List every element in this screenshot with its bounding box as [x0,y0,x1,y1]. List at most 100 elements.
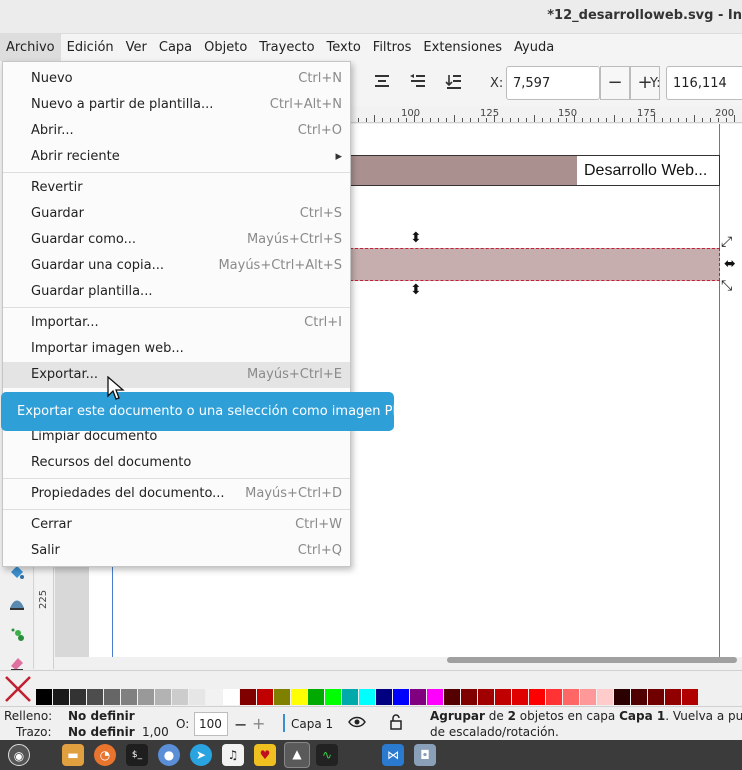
music-icon[interactable]: ♫ [222,744,244,766]
menu-item-guardar-plantilla[interactable]: Guardar plantilla... [3,279,350,305]
color-swatch[interactable] [478,689,494,705]
color-swatch[interactable] [529,689,545,705]
color-swatch[interactable] [87,689,103,705]
scale-handle-corner[interactable]: ⤡ [721,278,732,294]
menu-item-importar-web[interactable]: Importar imagen web... [3,336,350,362]
telegram-icon[interactable]: ➤ [190,744,212,766]
color-swatch[interactable] [240,689,256,705]
menu-item-guardar[interactable]: Guardar Ctrl+S [3,201,350,227]
terminal-icon[interactable]: $_ [126,744,148,766]
lock-icon[interactable] [389,714,403,733]
menu-item-importar[interactable]: Importar... Ctrl+I [3,310,350,336]
menu-edicion[interactable]: Edición [61,34,120,61]
menu-ver[interactable]: Ver [120,34,153,61]
color-swatch[interactable] [342,689,358,705]
no-paint-swatch[interactable] [3,674,33,704]
selected-group[interactable] [350,248,720,281]
color-swatch[interactable] [546,689,562,705]
scale-handle-top[interactable]: ⬍ [410,230,422,246]
text-object[interactable]: Desarrollo Web... [577,156,719,185]
spray-tool-icon[interactable] [7,625,27,645]
color-swatch[interactable] [614,689,630,705]
menu-texto[interactable]: Texto [321,34,367,61]
menu-item-abrir[interactable]: Abrir... Ctrl+O [3,118,350,144]
firefox-icon[interactable]: ◔ [94,744,116,766]
inkscape-icon[interactable]: ▲ [284,742,310,768]
tweak-tool-icon[interactable] [7,594,27,614]
menu-item-guardar-como[interactable]: Guardar como... Mayús+Ctrl+S [3,227,350,253]
color-swatch[interactable] [444,689,460,705]
folder-icon[interactable]: ▬ [62,744,84,766]
opacity-increment-button[interactable]: + [252,714,265,733]
color-swatch[interactable] [257,689,273,705]
color-swatch[interactable] [325,689,341,705]
scale-handle-corner[interactable]: ⤢ [721,234,732,250]
header-rect[interactable]: Desarrollo Web... [350,155,720,186]
menu-item-nuevo[interactable]: Nuevo Ctrl+N [3,66,350,92]
color-swatch[interactable] [53,689,69,705]
x-decrement-button[interactable]: − [600,66,630,100]
color-swatch[interactable] [410,689,426,705]
color-swatch[interactable] [172,689,188,705]
menu-item-exportar[interactable]: Exportar... Mayús+Ctrl+E [3,362,350,388]
x-input[interactable] [506,66,600,100]
color-swatch[interactable] [155,689,171,705]
color-swatch[interactable] [563,689,579,705]
color-swatch[interactable] [138,689,154,705]
menu-ayuda[interactable]: Ayuda [508,34,560,61]
scale-handle-right[interactable]: ⬌ [724,256,736,272]
scale-handle-bottom[interactable]: ⬍ [410,282,422,298]
color-swatch[interactable] [631,689,647,705]
color-swatch[interactable] [665,689,681,705]
visibility-eye-icon[interactable] [348,714,366,733]
color-swatch[interactable] [359,689,375,705]
color-swatch[interactable] [121,689,137,705]
color-swatch[interactable] [70,689,86,705]
menu-item-abrir-reciente[interactable]: Abrir reciente ▸ [3,144,350,170]
layer-selector[interactable]: Capa 1 [291,717,333,731]
opacity-input[interactable]: 100 [194,712,228,736]
color-swatch[interactable] [682,689,698,705]
color-swatch[interactable] [206,689,222,705]
menu-item-nuevo-plantilla[interactable]: Nuevo a partir de plantilla... Ctrl+Alt+N [3,92,350,118]
system-monitor-icon[interactable]: ∿ [316,744,338,766]
align-center-icon[interactable] [372,73,392,93]
color-swatch[interactable] [104,689,120,705]
color-swatch[interactable] [461,689,477,705]
color-swatch[interactable] [512,689,528,705]
menu-filtros[interactable]: Filtros [367,34,418,61]
color-swatch[interactable] [427,689,443,705]
color-swatch[interactable] [291,689,307,705]
vscode-icon[interactable]: ⋈ [382,744,404,766]
color-swatch[interactable] [308,689,324,705]
lower-to-bottom-icon[interactable] [444,73,464,93]
menu-archivo[interactable]: Archivo [0,34,61,61]
stroke-width[interactable]: 1,00 [142,725,169,739]
fill-value[interactable]: No definir [68,709,135,723]
color-swatch[interactable] [580,689,596,705]
color-swatch[interactable] [274,689,290,705]
menu-item-cerrar[interactable]: Cerrar Ctrl+W [3,512,350,538]
menu-item-recursos[interactable]: Recursos del documento [3,450,350,476]
color-swatch[interactable] [393,689,409,705]
menu-capa[interactable]: Capa [153,34,198,61]
color-swatch[interactable] [597,689,613,705]
menu-extensiones[interactable]: Extensiones [417,34,508,61]
color-swatch[interactable] [189,689,205,705]
color-swatch[interactable] [223,689,239,705]
stroke-value[interactable]: No definir [68,725,135,739]
chromium-icon[interactable]: ● [158,744,180,766]
menu-item-guardar-copia[interactable]: Guardar una copia... Mayús+Ctrl+Alt+S [3,253,350,279]
lower-icon[interactable] [408,73,428,93]
app-yellow-icon[interactable]: ♥ [254,744,276,766]
y-input[interactable] [666,66,742,100]
color-swatch[interactable] [648,689,664,705]
mint-menu-icon[interactable]: ◉ [8,744,30,766]
horizontal-scrollbar[interactable] [447,657,737,663]
opacity-decrement-button[interactable]: − [234,715,247,734]
color-swatch[interactable] [36,689,52,705]
menu-item-revertir[interactable]: Revertir [3,175,350,201]
menu-item-salir[interactable]: Salir Ctrl+Q [3,538,350,564]
menu-objeto[interactable]: Objeto [198,34,253,61]
color-swatch[interactable] [495,689,511,705]
